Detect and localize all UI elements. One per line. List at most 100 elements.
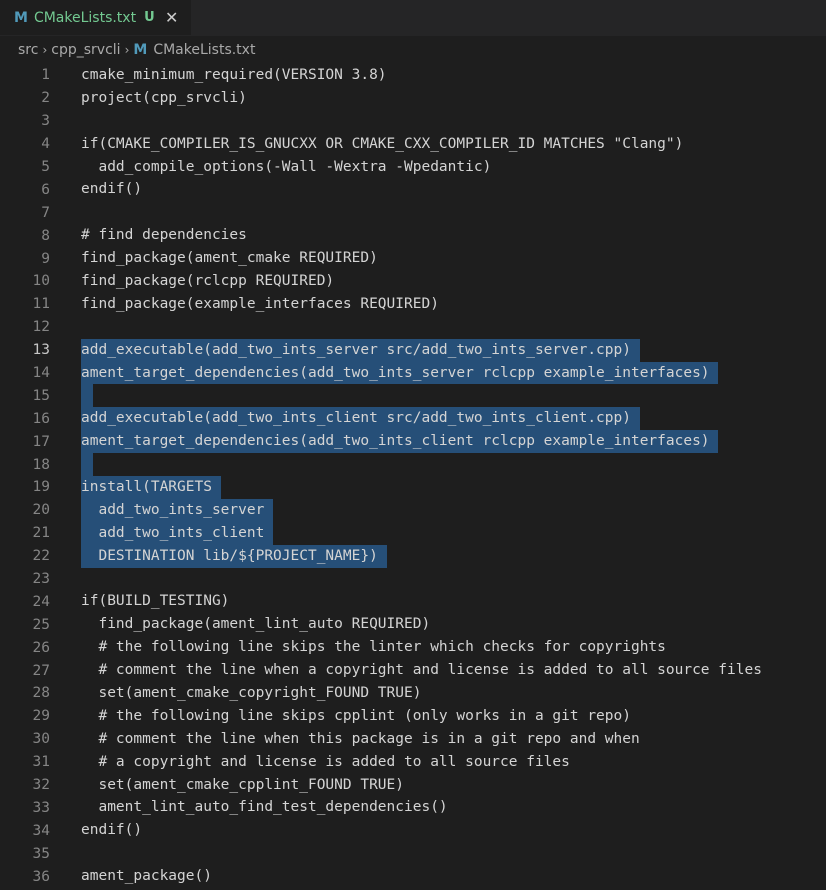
code-text: endif() <box>81 822 143 839</box>
code-line[interactable]: 23 <box>0 568 826 591</box>
code-line[interactable]: 13 add_executable(add_two_ints_server src… <box>0 338 826 362</box>
code-line[interactable]: 19 install(TARGETS <box>0 476 826 499</box>
code-text <box>81 384 93 408</box>
code-text: # the following line skips the linter wh… <box>81 639 666 656</box>
line-number: 20 <box>32 502 50 519</box>
code-line[interactable]: 22 DESTINATION lib/${PROJECT_NAME}) <box>0 544 826 568</box>
code-line[interactable]: 36 ament_package() <box>0 865 826 888</box>
cmake-file-icon: M <box>133 42 148 58</box>
line-number: 8 <box>41 227 50 244</box>
code-line[interactable]: 9 find_package(ament_cmake REQUIRED) <box>0 247 826 270</box>
code-line[interactable]: 25 find_package(ament_lint_auto REQUIRED… <box>0 613 826 636</box>
code-text: DESTINATION lib/${PROJECT_NAME}) <box>81 544 387 568</box>
code-line[interactable]: 18 <box>0 453 826 477</box>
code-line[interactable]: 24 if(BUILD_TESTING) <box>0 590 826 613</box>
line-number: 18 <box>32 456 50 473</box>
code-text: # the following line skips cpplint (only… <box>81 707 631 724</box>
code-text: add_executable(add_two_ints_server src/a… <box>81 338 640 362</box>
code-text: project(cpp_srvcli) <box>81 89 247 106</box>
code-text <box>81 453 93 477</box>
line-number: 11 <box>32 296 50 313</box>
code-line[interactable]: 7 <box>0 201 826 224</box>
breadcrumb-item-src[interactable]: src <box>18 42 38 58</box>
code-text: find_package(ament_cmake REQUIRED) <box>81 250 378 267</box>
code-line[interactable]: 10 find_package(rclcpp REQUIRED) <box>0 270 826 293</box>
code-line[interactable]: 2 project(cpp_srvcli) <box>0 87 826 110</box>
line-number: 16 <box>32 410 50 427</box>
code-line[interactable]: 17 ament_target_dependencies(add_two_ints… <box>0 430 826 454</box>
line-number: 9 <box>41 250 50 267</box>
code-line[interactable]: 27 # comment the line when a copyright a… <box>0 659 826 682</box>
code-text: ament_target_dependencies(add_two_ints_c… <box>81 430 719 454</box>
code-editor[interactable]: 1 cmake_minimum_required(VERSION 3.8) 2 pro… <box>0 64 826 888</box>
breadcrumb: src › cpp_srvcli › M CMakeLists.txt <box>0 36 826 64</box>
code-text: find_package(rclcpp REQUIRED) <box>81 273 335 289</box>
chevron-right-icon: › <box>42 43 48 57</box>
line-number: 28 <box>32 685 50 702</box>
code-text: ament_target_dependencies(add_two_ints_s… <box>81 361 719 385</box>
cmake-file-icon: M <box>14 9 28 26</box>
code-line[interactable]: 34 endif() <box>0 819 826 842</box>
code-text: # find dependencies <box>81 227 247 244</box>
code-line[interactable]: 14 ament_target_dependencies(add_two_ints… <box>0 361 826 385</box>
code-line[interactable]: 26 # the following line skips the linter… <box>0 636 826 659</box>
line-number: 36 <box>32 868 50 885</box>
code-line[interactable]: 5 add_compile_options(-Wall -Wextra -Wpe… <box>0 156 826 179</box>
code-line[interactable]: 16 add_executable(add_two_ints_client src… <box>0 407 826 431</box>
breadcrumb-item-file[interactable]: CMakeLists.txt <box>153 42 255 58</box>
code-line[interactable]: 11 find_package(example_interfaces REQUIR… <box>0 293 826 316</box>
code-text: install(TARGETS <box>81 476 221 499</box>
code-line[interactable]: 33 ament_lint_auto_find_test_dependencie… <box>0 797 826 820</box>
code-line[interactable]: 20 add_two_ints_server <box>0 498 826 522</box>
line-number: 30 <box>32 731 50 748</box>
code-line[interactable]: 31 # a copyright and license is added to… <box>0 751 826 774</box>
code-text: add_compile_options(-Wall -Wextra -Wpeda… <box>81 158 492 175</box>
code-line[interactable]: 28 set(ament_cmake_copyright_FOUND TRUE) <box>0 682 826 705</box>
code-line[interactable]: 15 <box>0 384 826 408</box>
line-number: 7 <box>41 204 50 221</box>
line-number: 27 <box>32 662 50 679</box>
close-icon[interactable]: ✕ <box>163 9 181 26</box>
code-text: cmake_minimum_required(VERSION 3.8) <box>81 66 387 83</box>
code-text: ament_lint_auto_find_test_dependencies() <box>81 799 448 816</box>
code-line[interactable]: 4 if(CMAKE_COMPILER_IS_GNUCXX OR CMAKE_CX… <box>0 133 826 156</box>
line-number: 14 <box>32 365 50 382</box>
line-number: 13 <box>32 342 50 359</box>
line-number: 23 <box>32 571 50 588</box>
untracked-status-badge: U <box>144 10 155 25</box>
line-number: 31 <box>32 754 50 771</box>
code-text: add_two_ints_server <box>81 498 274 522</box>
code-text: set(ament_cmake_copyright_FOUND TRUE) <box>81 685 422 702</box>
tab-cmakelists[interactable]: M CMakeLists.txt U ✕ <box>0 0 192 35</box>
code-text: # comment the line when a copyright and … <box>81 662 762 679</box>
code-line[interactable]: 6 endif() <box>0 178 826 201</box>
code-text: add_executable(add_two_ints_client src/a… <box>81 407 640 431</box>
code-line[interactable]: 32 set(ament_cmake_cpplint_FOUND TRUE) <box>0 774 826 797</box>
code-line[interactable]: 35 <box>0 842 826 865</box>
code-line[interactable]: 30 # comment the line when this package … <box>0 728 826 751</box>
code-text: # a copyright and license is added to al… <box>81 753 570 770</box>
line-number: 3 <box>41 113 50 130</box>
code-text: find_package(ament_lint_auto REQUIRED) <box>81 616 431 633</box>
breadcrumb-item-cpp-srvcli[interactable]: cpp_srvcli <box>51 42 120 58</box>
code-line[interactable]: 12 <box>0 316 826 339</box>
line-number: 10 <box>32 273 50 290</box>
chevron-right-icon: › <box>124 43 130 57</box>
code-line[interactable]: 29 # the following line skips cpplint (o… <box>0 705 826 728</box>
code-text: if(BUILD_TESTING) <box>81 593 230 610</box>
code-line[interactable]: 3 <box>0 110 826 133</box>
line-number: 35 <box>32 845 50 862</box>
line-number: 34 <box>32 822 50 839</box>
code-line[interactable]: 1 cmake_minimum_required(VERSION 3.8) <box>0 64 826 87</box>
line-number: 12 <box>32 319 50 336</box>
code-line[interactable]: 21 add_two_ints_client <box>0 521 826 545</box>
tab-bar: M CMakeLists.txt U ✕ <box>0 0 826 36</box>
code-text: add_two_ints_client <box>81 521 274 545</box>
line-number: 17 <box>32 433 50 450</box>
code-text: set(ament_cmake_cpplint_FOUND TRUE) <box>81 776 405 793</box>
line-number: 24 <box>32 593 50 610</box>
line-number: 22 <box>32 548 50 565</box>
line-number: 6 <box>41 181 50 198</box>
line-number: 1 <box>41 67 50 84</box>
code-line[interactable]: 8 # find dependencies <box>0 224 826 247</box>
